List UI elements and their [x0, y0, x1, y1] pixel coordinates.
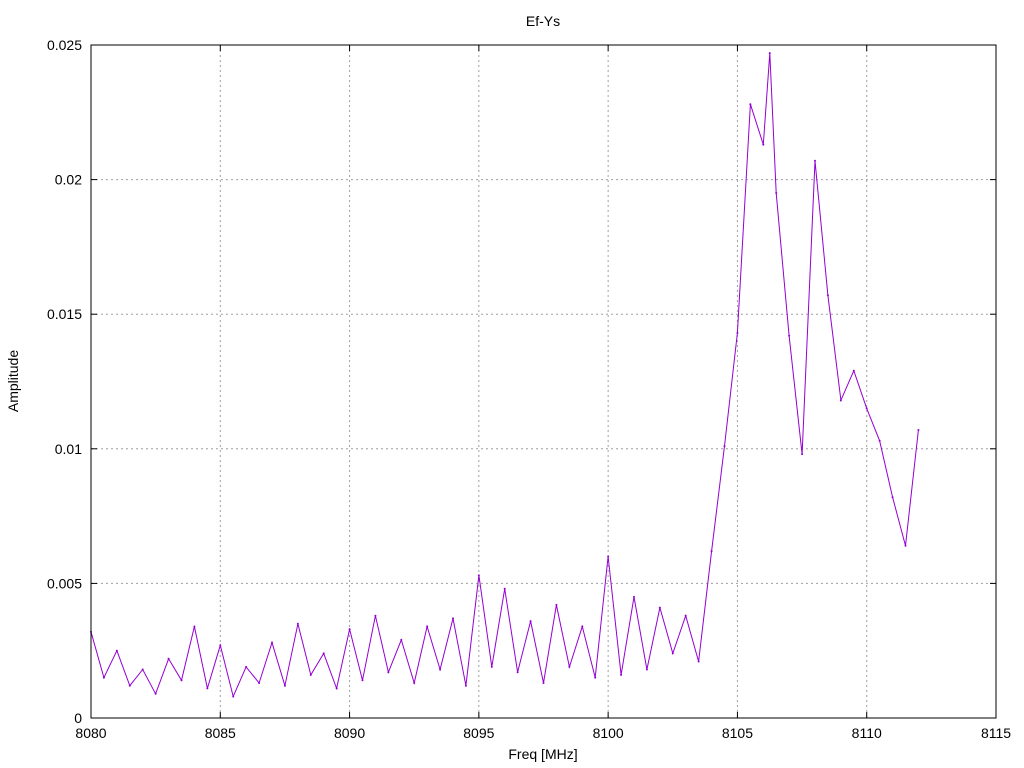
chart-title: Ef-Ys	[526, 13, 560, 29]
data-point	[671, 652, 674, 655]
data-point	[309, 673, 312, 676]
data-point	[387, 671, 390, 674]
data-point	[839, 399, 842, 402]
data-point	[749, 103, 752, 106]
data-point	[232, 695, 235, 698]
data-point	[788, 334, 791, 337]
data-point	[633, 595, 635, 598]
chart: 8080 8085 8090 8095 8100 8105 8110 8115 0 0.005 0.…	[0, 0, 1024, 768]
y-tick-label: 0.02	[55, 172, 82, 188]
data-point	[607, 555, 610, 558]
data-point	[193, 625, 196, 628]
data-point	[762, 143, 765, 146]
data-point	[374, 614, 377, 617]
data-point	[296, 622, 299, 625]
x-tick-label: 8115	[981, 725, 1011, 741]
data-point	[904, 544, 907, 547]
data-point	[348, 628, 351, 631]
y-axis-title: Amplitude	[5, 350, 21, 412]
data-point	[814, 159, 816, 162]
x-tick-label: 8105	[722, 725, 753, 741]
data-point	[684, 614, 687, 617]
data-point	[141, 668, 144, 671]
data-point	[464, 684, 467, 687]
data-point	[154, 692, 157, 695]
data-point	[439, 668, 442, 671]
data-point	[568, 665, 571, 668]
data-point	[400, 638, 403, 641]
x-tick-label: 8080	[75, 725, 106, 741]
data-point	[271, 641, 273, 644]
data-point	[128, 684, 131, 687]
x-tick-label: 8100	[593, 725, 624, 741]
x-tick-label: 8085	[205, 725, 236, 741]
y-tick-label: 0.005	[47, 575, 82, 591]
x-tick-label: 8095	[463, 725, 494, 741]
data-point	[645, 668, 648, 671]
y-tick-label: 0.025	[47, 37, 82, 53]
data-point	[322, 652, 325, 655]
data-point	[516, 671, 519, 674]
x-tick-label: 8090	[334, 725, 365, 741]
data-point	[852, 369, 855, 372]
data-point	[878, 439, 881, 442]
data-point	[180, 679, 183, 682]
data-point	[555, 603, 558, 606]
x-tick-label: 8110	[852, 725, 882, 741]
data-point	[283, 684, 286, 687]
data-point	[542, 682, 545, 685]
data-point	[658, 606, 661, 609]
data-point	[503, 587, 506, 590]
data-point	[529, 620, 532, 623]
data-point	[697, 660, 700, 663]
y-tick-label: 0.01	[55, 441, 82, 457]
data-point	[477, 574, 480, 577]
data-point	[736, 332, 739, 335]
data-point	[865, 407, 868, 410]
data-point	[594, 676, 597, 679]
data-point	[581, 625, 584, 628]
data-point	[258, 682, 261, 685]
data-point	[115, 649, 118, 652]
data-point	[245, 665, 248, 668]
data-point	[723, 445, 726, 448]
data-point	[426, 625, 429, 628]
data-point	[490, 665, 493, 668]
data-point	[335, 687, 338, 690]
data-point	[917, 428, 920, 431]
data-point	[167, 657, 170, 660]
chart-background	[0, 0, 1024, 768]
data-point	[102, 676, 105, 679]
data-point	[206, 687, 209, 690]
data-point	[801, 453, 804, 456]
data-point	[710, 550, 713, 553]
data-point	[361, 679, 364, 682]
data-point	[413, 682, 416, 685]
data-point	[620, 673, 623, 676]
data-point	[826, 294, 829, 297]
data-point	[219, 644, 222, 647]
data-point	[452, 617, 454, 620]
data-point	[775, 192, 778, 195]
x-axis-title: Freq [MHz]	[508, 746, 577, 762]
y-tick-label: 0	[74, 710, 82, 726]
data-point	[768, 52, 771, 55]
y-tick-label: 0.015	[47, 306, 82, 322]
data-point	[891, 496, 894, 499]
